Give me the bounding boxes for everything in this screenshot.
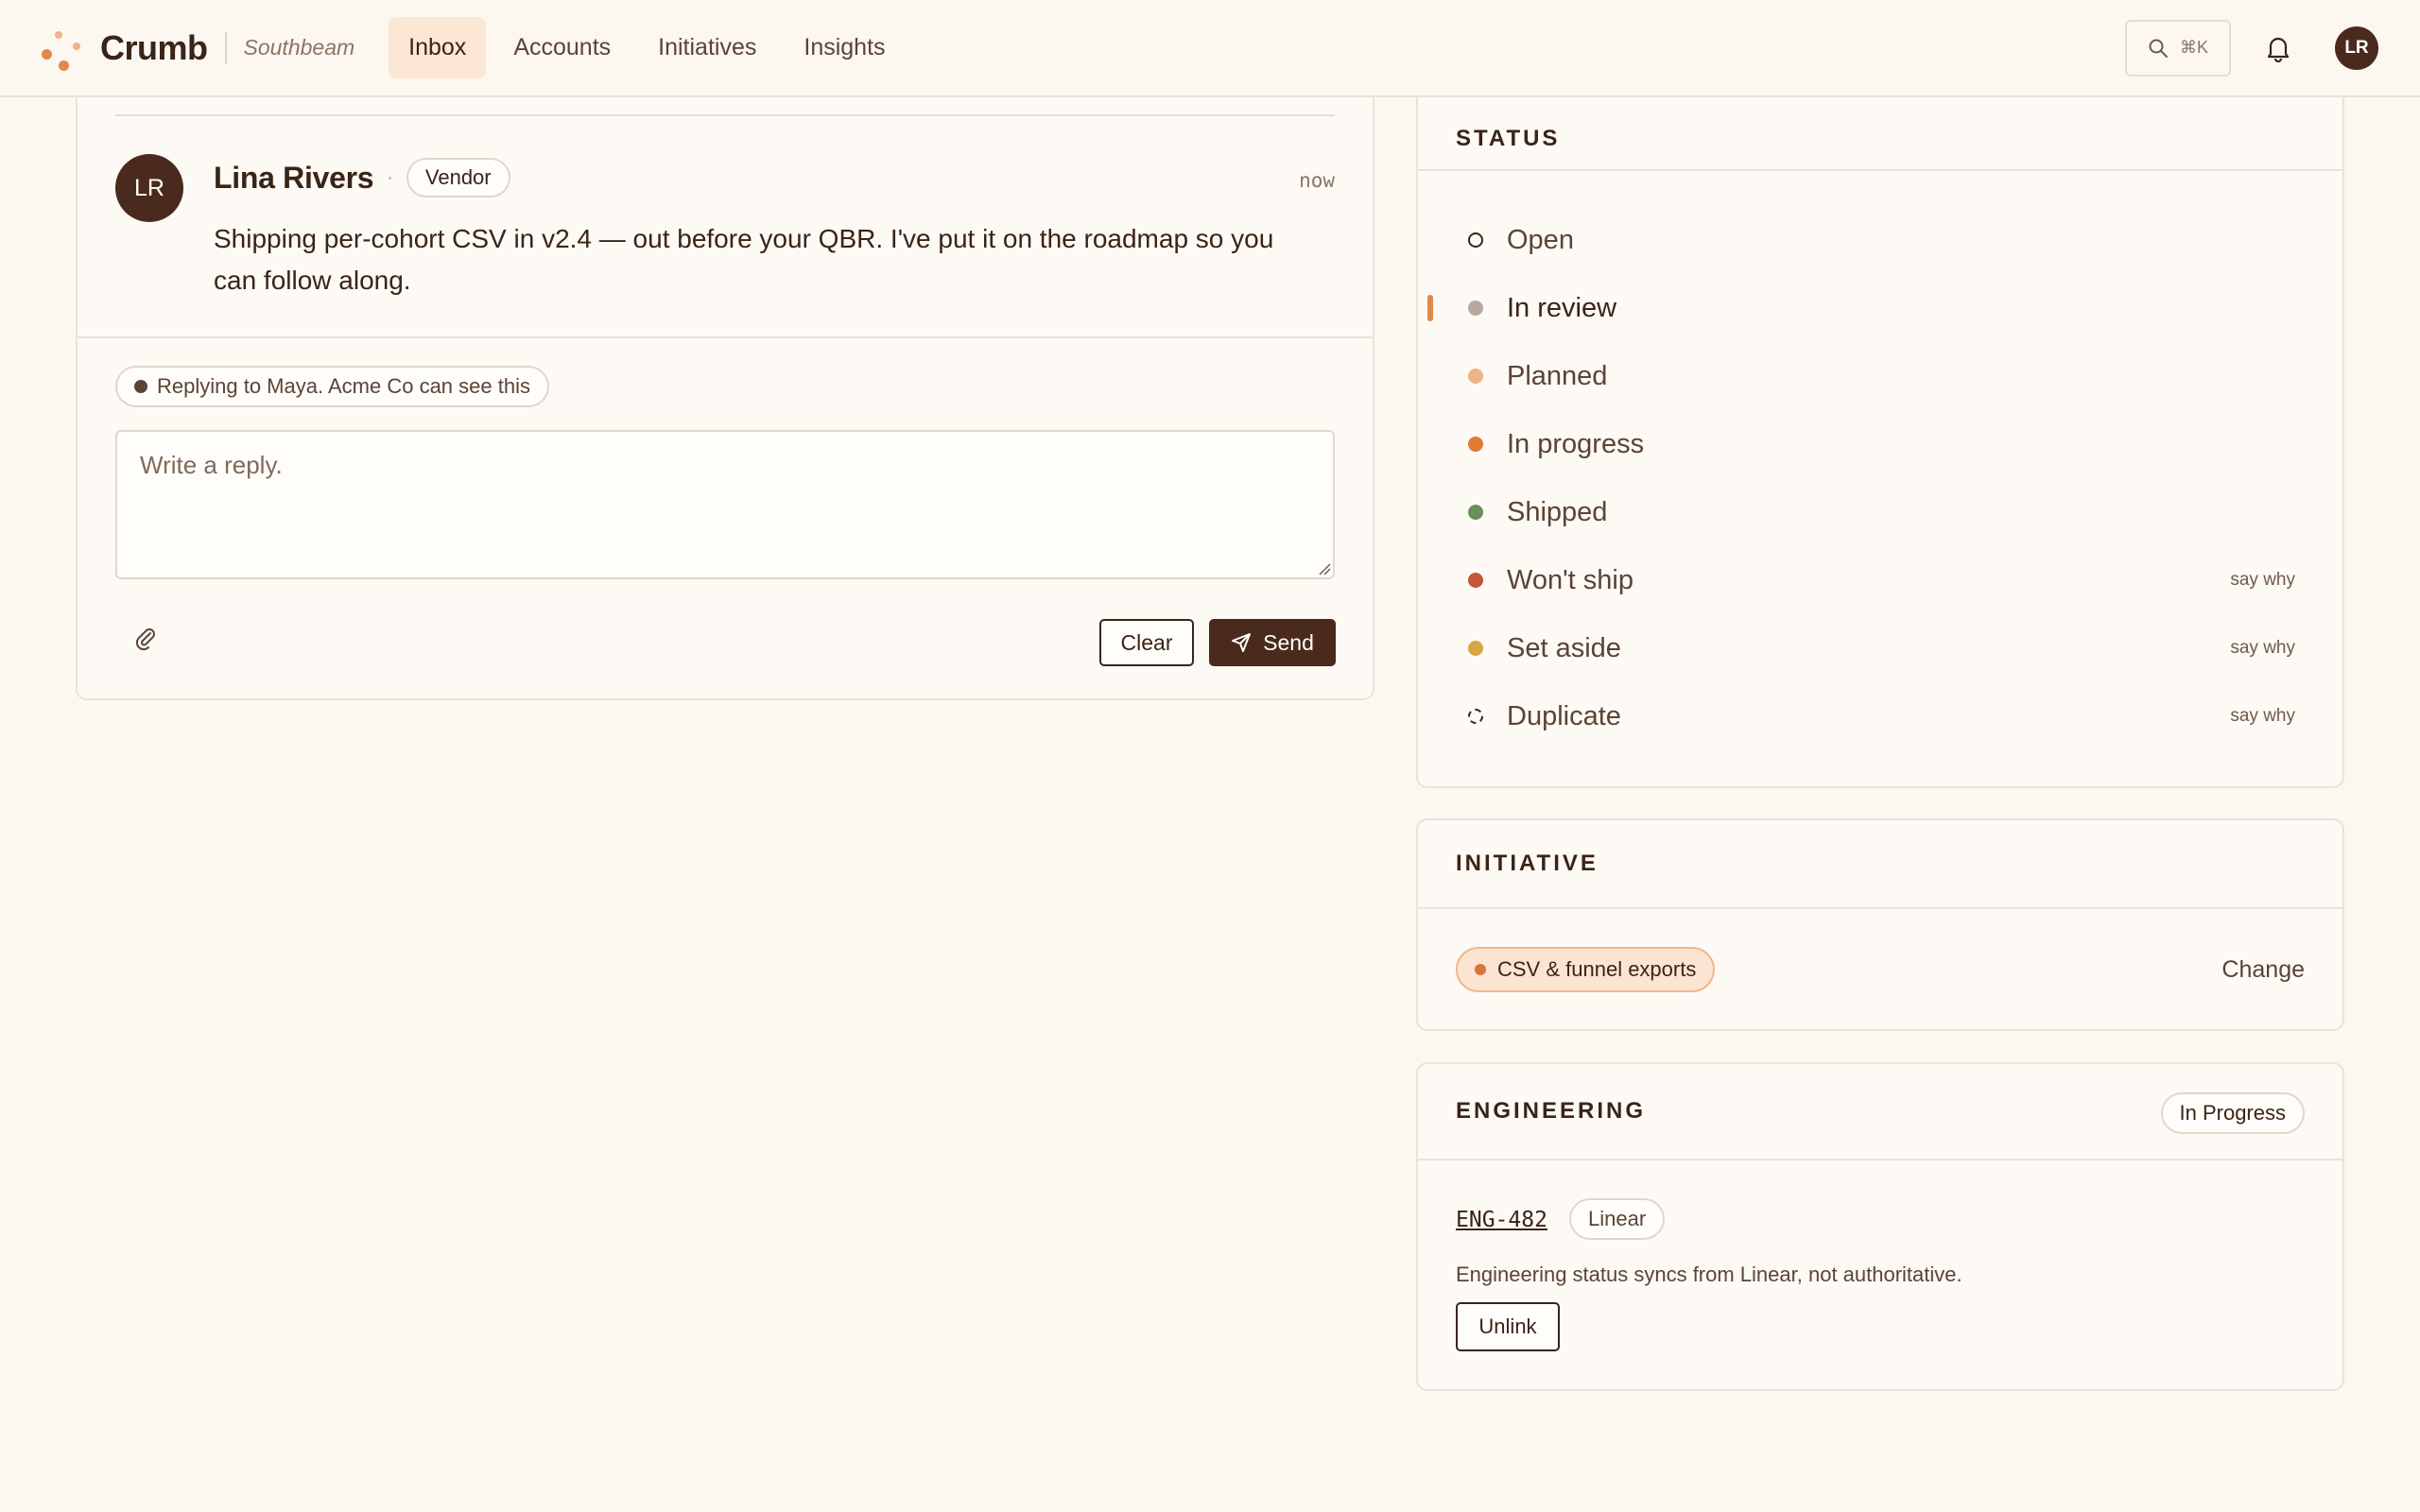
status-label: In review (1507, 292, 1617, 323)
status-option-planned[interactable]: Planned (1418, 342, 2342, 410)
status-option-wont-ship[interactable]: Won't ship say why (1418, 546, 2342, 614)
send-icon (1232, 633, 1252, 652)
search-icon (2149, 39, 2168, 58)
bell-icon (2267, 37, 2290, 62)
reply-context-chip: Replying to Maya. Acme Co can see this (115, 366, 549, 407)
thread-divider (115, 114, 1335, 116)
clear-button[interactable]: Clear (1099, 619, 1194, 666)
status-option-in-progress[interactable]: In progress (1418, 410, 2342, 478)
status-hint: say why (2230, 638, 2295, 658)
initiative-dot-icon (1475, 964, 1486, 975)
unlink-button[interactable]: Unlink (1456, 1302, 1560, 1351)
notifications-button[interactable] (2259, 29, 2297, 67)
message-header: Lina Rivers · Vendor (214, 158, 510, 198)
initiative-label: CSV & funnel exports (1497, 957, 1697, 981)
reply-input[interactable] (115, 430, 1335, 579)
workspace-name: Southbeam (243, 35, 355, 60)
status-label: Won't ship (1507, 564, 1634, 595)
issue-source-badge: Linear (1569, 1198, 1666, 1240)
main-nav: Inbox Accounts Initiatives Insights (389, 17, 905, 78)
attach-button[interactable] (132, 625, 159, 656)
engineering-divider (1418, 1159, 2342, 1160)
engineering-panel: ENGINEERING In Progress ENG-482 Linear E… (1416, 1062, 2344, 1391)
status-hint: say why (2230, 570, 2295, 590)
app-name: Crumb (100, 27, 208, 67)
status-panel: STATUS Open In review Planned In progres… (1416, 97, 2344, 788)
nav-inbox[interactable]: Inbox (389, 17, 487, 78)
engineering-issue-link[interactable]: ENG-482 (1456, 1208, 1547, 1232)
message-author: Lina Rivers (214, 160, 374, 195)
engineering-title: ENGINEERING (1456, 1098, 1647, 1124)
status-dot-icon (1468, 369, 1483, 384)
status-title: STATUS (1456, 126, 1561, 151)
status-hint: say why (2230, 706, 2295, 726)
status-option-duplicate[interactable]: Duplicate say why (1418, 682, 2342, 750)
message-body: Shipping per-cohort CSV in v2.4 — out be… (214, 224, 1274, 295)
message-avatar: LR (115, 154, 183, 222)
user-avatar[interactable]: LR (2335, 26, 2378, 70)
initiative-divider (1418, 907, 2342, 909)
status-option-in-review[interactable]: In review (1418, 274, 2342, 342)
change-initiative-link[interactable]: Change (2221, 956, 2305, 984)
brand[interactable]: Crumb Southbeam (42, 27, 355, 71)
send-button[interactable]: Send (1209, 619, 1336, 666)
engineering-sync-note: Engineering status syncs from Linear, no… (1456, 1263, 1962, 1286)
status-list: Open In review Planned In progress Shipp… (1418, 206, 2342, 750)
status-label: Set aside (1507, 632, 1621, 663)
top-bar: Crumb Southbeam Inbox Accounts Initiativ… (0, 0, 2420, 97)
initiative-panel: INITIATIVE CSV & funnel exports Change (1416, 818, 2344, 1031)
status-dashed-ring-icon (1468, 709, 1483, 724)
resize-grip-icon[interactable] (1318, 562, 1331, 576)
status-label: Planned (1507, 360, 1608, 391)
status-option-shipped[interactable]: Shipped (1418, 478, 2342, 546)
selected-marker (1427, 295, 1433, 321)
visibility-dot-icon (134, 380, 147, 393)
role-badge: Vendor (406, 158, 510, 198)
compose-divider (78, 336, 1373, 338)
search-shortcut: ⌘K (2179, 38, 2208, 57)
status-label: Open (1507, 224, 1574, 255)
status-label: Shipped (1507, 496, 1608, 527)
status-dot-icon (1468, 573, 1483, 588)
reply-context-label: Replying to Maya. Acme Co can see this (157, 374, 530, 398)
nav-accounts[interactable]: Accounts (493, 17, 631, 78)
crumb-logo-icon (42, 28, 81, 71)
send-label: Send (1263, 629, 1314, 655)
nav-initiatives[interactable]: Initiatives (638, 17, 776, 78)
initiative-chip[interactable]: CSV & funnel exports (1456, 947, 1716, 992)
separator-dot: · (387, 166, 393, 188)
status-dot-icon (1468, 437, 1483, 452)
engineering-status-badge: In Progress (2160, 1092, 2305, 1134)
status-dot-icon (1468, 505, 1483, 520)
top-actions: ⌘K LR (2125, 19, 2378, 77)
status-option-set-aside[interactable]: Set aside say why (1418, 614, 2342, 682)
status-option-open[interactable]: Open (1418, 206, 2342, 274)
status-divider (1418, 169, 2342, 171)
status-dot-icon (1468, 641, 1483, 656)
brand-divider (224, 31, 227, 64)
status-dot-icon (1468, 301, 1483, 316)
message-time: now (1299, 169, 1335, 192)
paperclip-icon (135, 628, 155, 651)
status-label: In progress (1507, 428, 1645, 459)
nav-insights[interactable]: Insights (784, 17, 905, 78)
search-button[interactable]: ⌘K (2125, 19, 2231, 77)
initiative-title: INITIATIVE (1456, 850, 1599, 876)
status-label: Duplicate (1507, 700, 1621, 731)
status-ring-icon (1468, 232, 1483, 248)
thread-card: LR Lina Rivers · Vendor now Shipping per… (76, 97, 1374, 700)
